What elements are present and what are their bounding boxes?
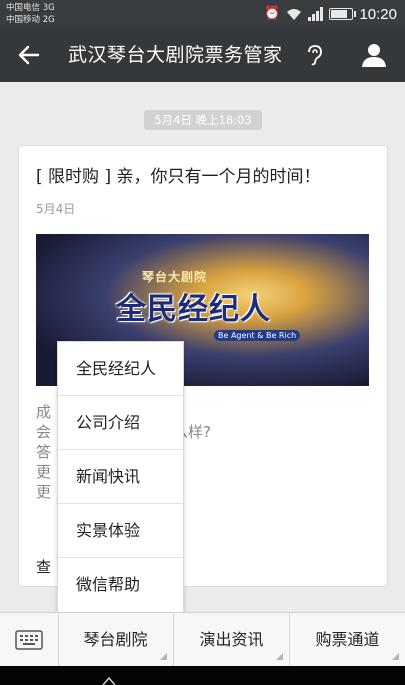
menu-tab-label: 演出资讯 — [199, 630, 264, 649]
popup-item-news[interactable]: 新闻快讯 — [58, 450, 183, 504]
message-timestamp: 5月4日 晚上18:03 — [144, 110, 262, 130]
popup-item-venue-tour[interactable]: 实景体验 — [58, 504, 183, 558]
alarm-icon: ⏰ — [264, 6, 281, 21]
menu-tab-ticket-purchase[interactable]: 购票通道 — [290, 613, 405, 666]
read-more-link[interactable]: 查 — [36, 556, 51, 577]
battery-icon — [329, 8, 357, 20]
nav-back-icon[interactable] — [102, 676, 116, 685]
banner-subtitle: Be Agent & Be Rich — [214, 330, 301, 341]
carrier-info: 中国电信 3G 中国移动 2G — [6, 2, 55, 26]
status-bar: 中国电信 3G 中国移动 2G ⏰ 10:20 — [0, 0, 405, 28]
menu-tab-label: 琴台剧院 — [83, 630, 148, 649]
carrier-2: 中国移动 2G — [6, 15, 55, 25]
header-bar: 武汉琴台大剧院票务管家 — [0, 28, 405, 82]
user-icon[interactable] — [361, 42, 387, 68]
ear-icon[interactable] — [304, 44, 324, 66]
page-title: 武汉琴台大剧院票务管家 — [68, 44, 283, 66]
submenu-indicator-icon — [276, 653, 283, 660]
clock: 10:20 — [359, 5, 397, 23]
signal-icon — [308, 7, 324, 21]
system-nav-bar — [0, 666, 405, 685]
banner-main-text: 全民经纪人 — [116, 292, 271, 327]
banner-title: 琴台大剧院 — [142, 270, 208, 284]
popup-item-agent[interactable]: 全民经纪人 — [58, 342, 183, 396]
arrow-left-icon[interactable] — [14, 38, 44, 72]
article-title[interactable]: [ 限时购 ] 亲，你只有一个月的时间！ — [36, 162, 320, 187]
carrier-1: 中国电信 3G — [6, 3, 55, 13]
popup-item-company-intro[interactable]: 公司介绍 — [58, 396, 183, 450]
menu-tab-qintai-theater[interactable]: 琴台剧院 — [58, 613, 174, 666]
submenu-indicator-icon — [392, 653, 399, 660]
popup-item-wechat-help[interactable]: 微信帮助 — [58, 558, 183, 612]
menu-tab-label: 购票通道 — [315, 630, 380, 649]
article-date: 5月4日 — [36, 202, 76, 216]
popup-menu: 全民经纪人 公司介绍 新闻快讯 实景体验 微信帮助 — [57, 341, 184, 613]
submenu-indicator-icon — [160, 653, 167, 660]
keyboard-icon — [15, 630, 43, 650]
wifi-icon — [287, 8, 302, 20]
menu-tab-show-info[interactable]: 演出资讯 — [174, 613, 290, 666]
keyboard-toggle-button[interactable] — [0, 613, 59, 666]
status-icons: ⏰ 10:20 — [264, 0, 397, 28]
bottom-menu-bar: 琴台剧院 演出资讯 购票通道 — [0, 612, 405, 666]
